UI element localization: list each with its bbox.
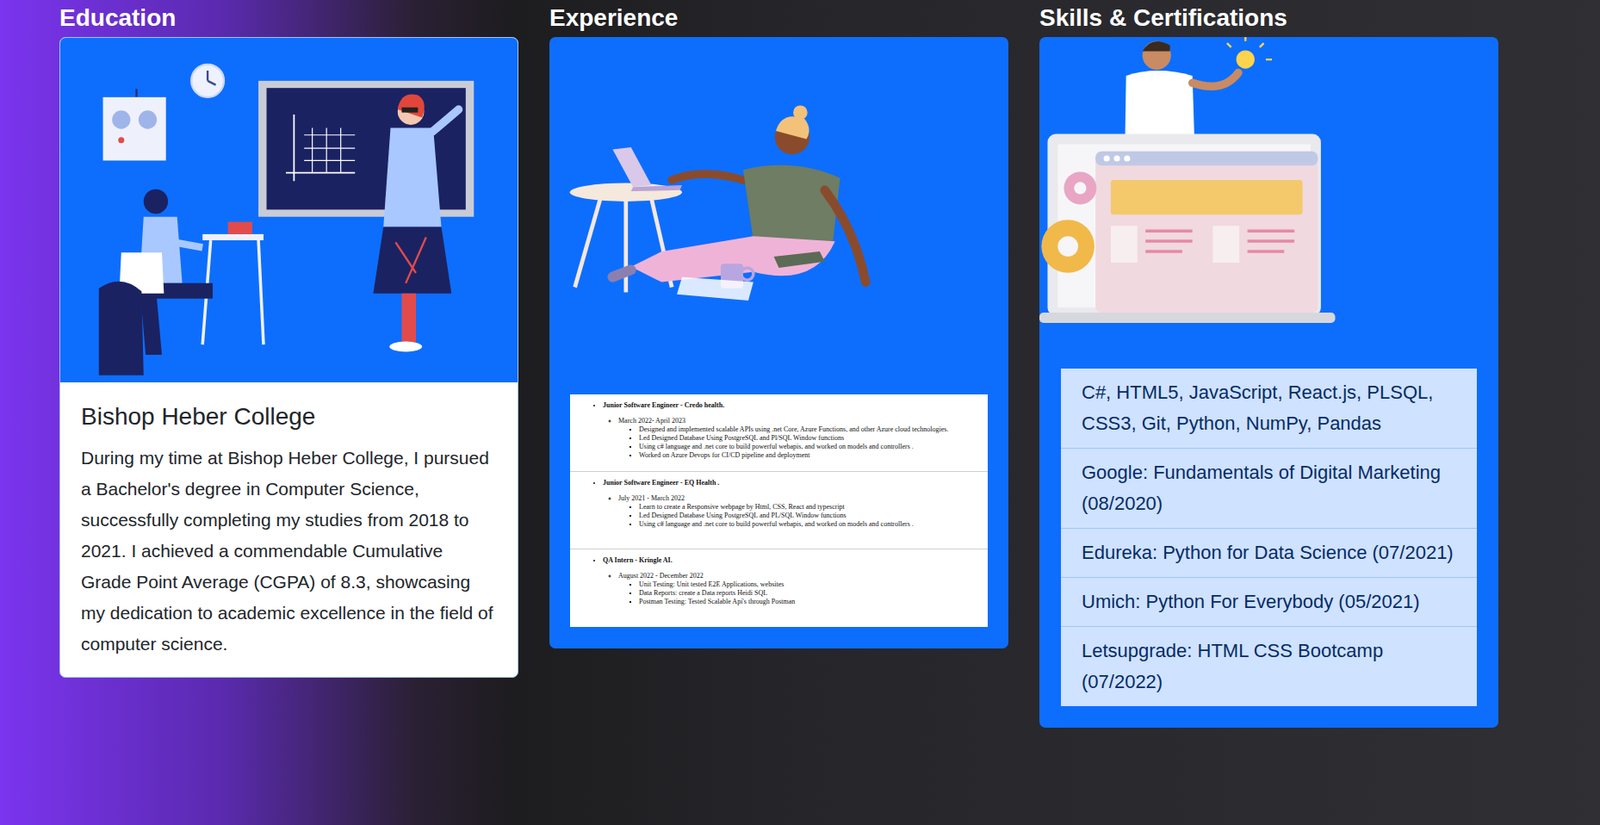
education-body: Bishop Heber College During my time at Bi…: [60, 382, 518, 677]
skill-item: Edureka: Python for Data Science (07/202…: [1060, 528, 1477, 578]
job-dates: July 2021 - March 2022Learn to create a …: [618, 494, 980, 529]
poster-icon: [103, 88, 167, 161]
experience-card: Junior Software Engineer - Credo health.…: [549, 37, 1009, 649]
job-dates-text: July 2021 - March 2022: [618, 494, 685, 503]
section-heading: Experience: [549, 0, 1009, 33]
college-name: Bishop Heber College: [80, 401, 497, 433]
job-role: Junior Software Engineer - Credo health.: [602, 401, 725, 410]
skill-item: C#, HTML5, JavaScript, React.js, PLSQL, …: [1060, 368, 1477, 449]
experience-section: Experience Junior Software Engineer - Cre…: [549, 0, 1009, 649]
job-point: Postman Testing: Tested Scalable Api's t…: [638, 597, 980, 607]
education-section: Education Bishop Heber College During my t…: [59, 0, 519, 678]
resume-job: QA Intern - Kringle AI. August 2022 - Dec…: [570, 549, 988, 627]
job-points: Unit Testing: Unit tested E2E Applicatio…: [618, 580, 980, 607]
student-icon: [99, 189, 264, 376]
education-illustration: [60, 37, 518, 383]
job-dates-list: August 2022 - December 2022Unit Testing:…: [602, 571, 980, 607]
job-role: Junior Software Engineer - EQ Health .: [602, 478, 720, 487]
resume-document: Junior Software Engineer - Credo health.…: [570, 394, 988, 627]
skills-list: C#, HTML5, JavaScript, React.js, PLSQL, …: [1060, 368, 1477, 707]
job-point: Using c# language and .net core to build…: [638, 442, 980, 452]
page: Education Bishop Heber College During my t…: [0, 0, 1600, 825]
job-dates-text: August 2022 - December 2022: [618, 571, 704, 580]
section-heading: Education: [59, 0, 519, 33]
job-dates-text: March 2022- April 2023: [618, 416, 686, 425]
job-list: Junior Software Engineer - EQ Health . Ju…: [578, 478, 980, 529]
job-point: Designed and implemented scalable APIs u…: [638, 425, 980, 435]
education-text: During my time at Bishop Heber College, …: [80, 442, 497, 660]
laptop-icon: [1039, 134, 1335, 323]
chalkboard-icon: [258, 80, 474, 218]
laptop-icon: [612, 147, 683, 192]
skill-item: Letsupgrade: HTML CSS Bootcamp (07/2022): [1060, 626, 1477, 707]
book-icon: [774, 251, 825, 268]
teacher-icon: [372, 94, 459, 353]
job-point: Led Designed Database Using PostgreSQL a…: [638, 511, 980, 521]
skills-card: C#, HTML5, JavaScript, React.js, PLSQL, …: [1039, 37, 1499, 728]
gears-icon: [1041, 171, 1097, 273]
job-point: Learn to create a Responsive webpage by …: [638, 502, 980, 512]
person-laptop-icon: [549, 37, 1009, 395]
skills-section: Skills & Certifications C#, HTML5, JavaSc…: [1039, 0, 1499, 728]
job-points: Learn to create a Responsive webpage by …: [618, 502, 980, 529]
job-dates-list: July 2021 - March 2022Learn to create a …: [602, 494, 980, 529]
job-item: Junior Software Engineer - Credo health.…: [602, 401, 980, 460]
job-point: Unit Testing: Unit tested E2E Applicatio…: [638, 580, 980, 590]
job-list: QA Intern - Kringle AI. August 2022 - Dec…: [578, 556, 980, 607]
job-point: Worked on Azure Devops for CI/CD pipelin…: [638, 451, 980, 460]
sections: Education Bishop Heber College During my t…: [59, 0, 1532, 728]
job-item: Junior Software Engineer - EQ Health . Ju…: [602, 478, 980, 529]
job-dates: August 2022 - December 2022Unit Testing:…: [618, 571, 980, 607]
skills-illustration: [1039, 37, 1499, 346]
laptop-idea-icon: [1039, 37, 1499, 346]
skill-item: Google: Fundamentals of Digital Marketin…: [1060, 448, 1477, 529]
section-heading: Skills & Certifications: [1039, 0, 1499, 33]
experience-illustration: [549, 37, 1009, 395]
job-list: Junior Software Engineer - Credo health.…: [578, 401, 980, 460]
job-point: Data Reports: create a Data reports Heid…: [638, 589, 980, 598]
bulb-icon: [1227, 37, 1272, 69]
papers-icon: [676, 277, 754, 301]
job-dates: March 2022- April 2023Designed and imple…: [618, 416, 980, 460]
classroom-icon: [60, 37, 518, 383]
resume-job: Junior Software Engineer - Credo health.…: [570, 394, 988, 472]
job-point: Using c# language and .net core to build…: [638, 520, 980, 529]
education-card: Bishop Heber College During my time at Bi…: [59, 37, 519, 678]
person-icon: [1124, 41, 1238, 140]
job-item: QA Intern - Kringle AI. August 2022 - Dec…: [602, 556, 980, 607]
job-dates-list: March 2022- April 2023Designed and imple…: [602, 416, 980, 460]
job-points: Designed and implemented scalable APIs u…: [618, 425, 980, 460]
person-icon: [612, 105, 866, 282]
resume-job: Junior Software Engineer - EQ Health . Ju…: [570, 471, 988, 550]
job-role: QA Intern - Kringle AI.: [602, 556, 673, 565]
skill-item: Umich: Python For Everybody (05/2021): [1060, 577, 1477, 627]
job-point: Led Designed Database Using PostgreSQL a…: [638, 434, 980, 443]
clock-icon: [191, 64, 224, 98]
